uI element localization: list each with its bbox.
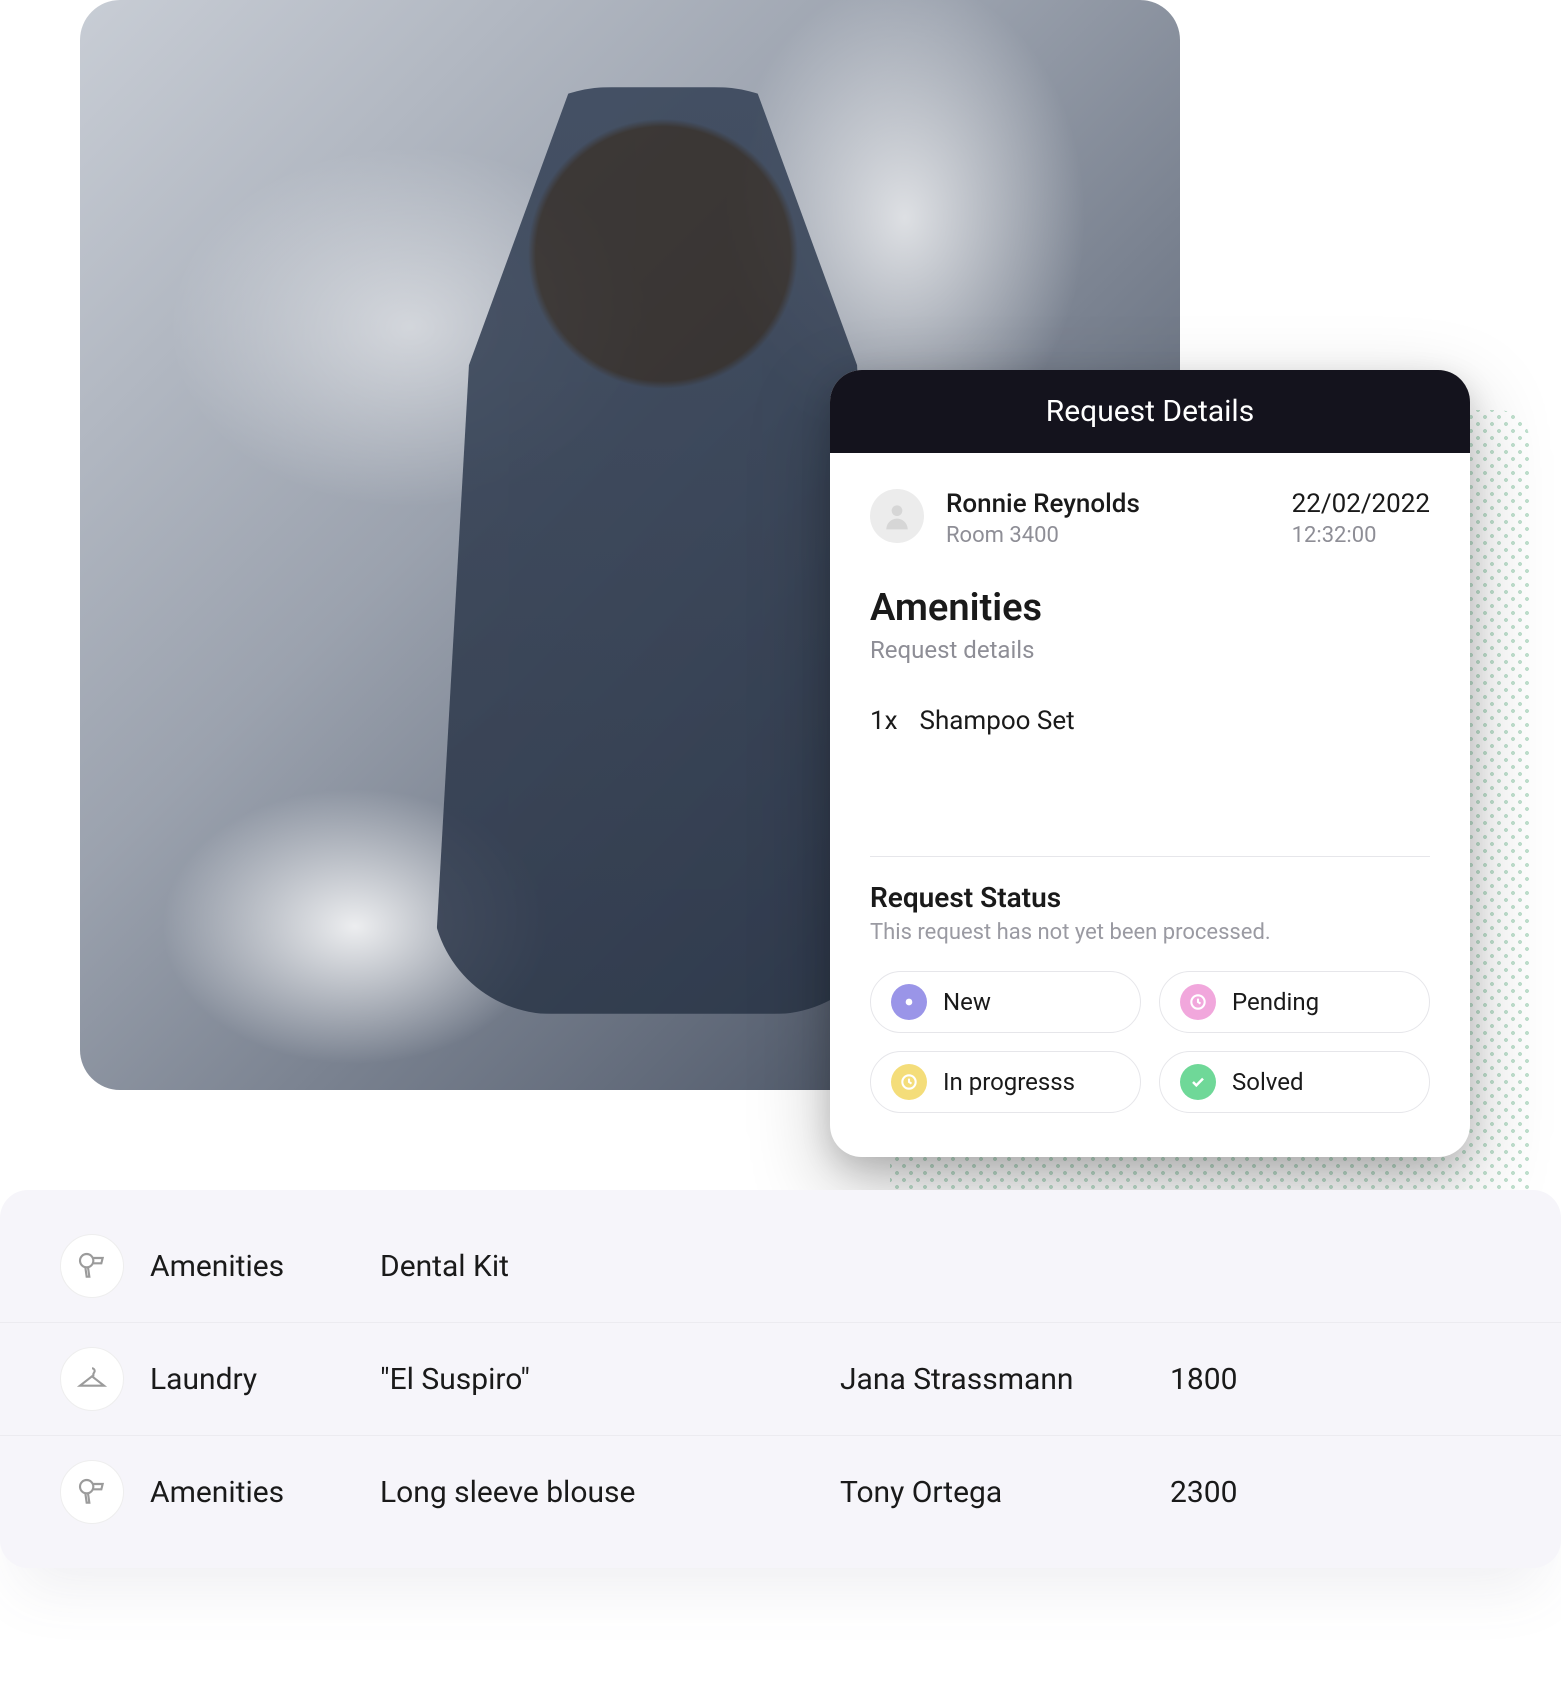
section-subtitle: Request details bbox=[870, 636, 1430, 664]
clock-icon bbox=[1180, 984, 1216, 1020]
status-options: New Pending In progresss Solved bbox=[870, 971, 1430, 1113]
person-silhouette bbox=[432, 87, 894, 1014]
guest-datetime: 22/02/2022 12:32:00 bbox=[1292, 489, 1430, 548]
list-row[interactable]: Laundry "El Suspiro" Jana Strassmann 180… bbox=[0, 1322, 1561, 1435]
guest-info: Ronnie Reynolds Room 3400 bbox=[946, 489, 1270, 548]
list-description: "El Suspiro" bbox=[380, 1362, 840, 1397]
status-new[interactable]: New bbox=[870, 971, 1141, 1033]
request-header: Request Details bbox=[830, 370, 1470, 453]
list-description: Long sleeve blouse bbox=[380, 1475, 840, 1510]
guest-date: 22/02/2022 bbox=[1292, 489, 1430, 519]
requests-list: Amenities Dental Kit Laundry "El Suspiro… bbox=[0, 1190, 1561, 1568]
status-solved-label: Solved bbox=[1232, 1068, 1304, 1096]
request-body: Ronnie Reynolds Room 3400 22/02/2022 12:… bbox=[830, 453, 1470, 1157]
hanger-icon bbox=[60, 1347, 124, 1411]
line-item-name: Shampoo Set bbox=[920, 706, 1075, 736]
status-subtitle: This request has not yet been processed. bbox=[870, 920, 1430, 945]
list-category: Laundry bbox=[150, 1362, 380, 1397]
status-new-label: New bbox=[943, 988, 991, 1016]
list-description: Dental Kit bbox=[380, 1249, 840, 1284]
request-details-card: Request Details Ronnie Reynolds Room 340… bbox=[830, 370, 1470, 1157]
list-room: 2300 bbox=[1170, 1475, 1561, 1510]
section-title: Amenities bbox=[870, 586, 1430, 630]
guest-row: Ronnie Reynolds Room 3400 22/02/2022 12:… bbox=[870, 489, 1430, 548]
status-new-icon bbox=[891, 984, 927, 1020]
list-row[interactable]: Amenities Long sleeve blouse Tony Ortega… bbox=[0, 1435, 1561, 1548]
status-pending[interactable]: Pending bbox=[1159, 971, 1430, 1033]
list-guest: Tony Ortega bbox=[840, 1475, 1170, 1510]
status-in-progress[interactable]: In progresss bbox=[870, 1051, 1141, 1113]
request-header-title: Request Details bbox=[1046, 394, 1254, 429]
line-item: 1x Shampoo Set bbox=[870, 706, 1430, 736]
check-icon bbox=[1180, 1064, 1216, 1100]
status-solved[interactable]: Solved bbox=[1159, 1051, 1430, 1113]
list-category: Amenities bbox=[150, 1475, 380, 1510]
guest-room: Room 3400 bbox=[946, 523, 1270, 548]
guest-time: 12:32:00 bbox=[1292, 523, 1430, 548]
status-title: Request Status bbox=[870, 881, 1430, 914]
list-row[interactable]: Amenities Dental Kit bbox=[0, 1210, 1561, 1322]
list-category: Amenities bbox=[150, 1249, 380, 1284]
status-in-progress-label: In progresss bbox=[943, 1068, 1075, 1096]
line-item-qty: 1x bbox=[870, 706, 898, 736]
list-guest: Jana Strassmann bbox=[840, 1362, 1170, 1397]
avatar bbox=[870, 489, 924, 543]
hairdryer-icon bbox=[60, 1234, 124, 1298]
list-room: 1800 bbox=[1170, 1362, 1561, 1397]
user-icon bbox=[881, 500, 913, 532]
progress-icon bbox=[891, 1064, 927, 1100]
divider bbox=[870, 856, 1430, 857]
status-pending-label: Pending bbox=[1232, 988, 1319, 1016]
hairdryer-icon bbox=[60, 1460, 124, 1524]
guest-name: Ronnie Reynolds bbox=[946, 489, 1270, 519]
